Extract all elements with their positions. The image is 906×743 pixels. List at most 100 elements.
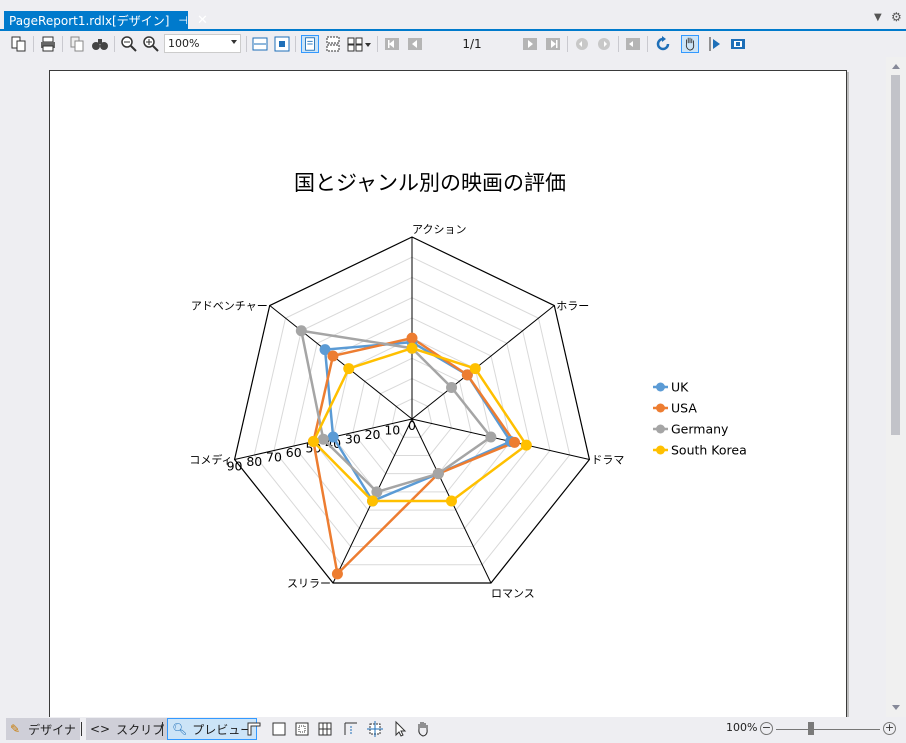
series-point (327, 431, 339, 443)
forward-icon[interactable] (595, 35, 613, 53)
category-label: アクション (412, 223, 466, 236)
category-label: スリラー (287, 577, 331, 590)
legend-marker (656, 403, 665, 413)
axis-tick-label: 60 (286, 445, 302, 460)
vertical-scrollbar[interactable] (886, 57, 906, 717)
back-icon[interactable] (573, 35, 591, 53)
tab-designer[interactable]: ✎ デザイナ (6, 718, 80, 740)
legend-label: Germany (671, 422, 729, 437)
series-point (469, 363, 481, 375)
document-tab-bar: PageReport1.rdlx[デザイン] ⊣ ✕ ▼ ⚙ (0, 0, 906, 31)
series-point (432, 468, 444, 480)
series-point (307, 435, 319, 447)
snapshot-icon[interactable] (729, 35, 747, 53)
close-icon[interactable]: ✕ (197, 13, 208, 28)
refresh-icon[interactable] (654, 35, 672, 53)
series-point (327, 350, 339, 362)
tab-preview-label: プレビュー (192, 722, 253, 737)
axis-tick-label: 20 (365, 427, 381, 442)
pointer-icon[interactable] (391, 720, 409, 738)
page-indicator[interactable]: 1/1 (424, 35, 520, 53)
status-separator (162, 722, 163, 736)
scrollbar-thumb[interactable] (891, 75, 900, 435)
snap-grid-icon[interactable] (366, 720, 384, 738)
tab-script[interactable]: <> スクリプト (86, 718, 181, 740)
series-point (445, 495, 457, 507)
axis-tick-label: 0 (408, 418, 416, 433)
return-to-parent-icon[interactable] (624, 35, 642, 53)
chevron-down-icon (231, 40, 237, 44)
series-point (367, 495, 379, 507)
report-page: 国とジャンル別の映画の評価 90 80 70 60 50 40 30 20 10 0 アクションホ… (49, 70, 847, 732)
series-point (295, 325, 307, 337)
pan-mode-icon[interactable] (681, 35, 699, 53)
axis-tick-label: 30 (345, 431, 361, 446)
legend-marker (656, 424, 665, 434)
series-point (406, 332, 418, 344)
zoom-select-value: 100% (168, 37, 200, 50)
tab-title: PageReport1.rdlx[デザイン] (9, 13, 170, 28)
zoom-in-button[interactable]: + (883, 722, 896, 735)
series-point (406, 342, 418, 354)
status-bar: ✎ デザイナ <> スクリプト 🔍︎ プレビュー 100% − + (0, 717, 906, 743)
single-page-icon[interactable] (301, 35, 319, 53)
series-point (509, 436, 521, 448)
zoom-in-icon[interactable] (142, 35, 160, 53)
grid-layout-icon[interactable] (293, 720, 311, 738)
category-label: ロマンス (491, 587, 535, 600)
find-icon[interactable] (91, 35, 109, 53)
tab-preview[interactable]: 🔍︎ プレビュー (167, 718, 258, 740)
series-point (343, 363, 355, 375)
series-point (520, 439, 532, 451)
series-point (446, 381, 458, 393)
scroll-down-icon[interactable] (892, 705, 900, 710)
snap-lines-icon[interactable] (342, 720, 360, 738)
zoom-select[interactable]: 100% (164, 34, 241, 53)
zoom-slider-thumb[interactable] (808, 722, 814, 735)
document-map-icon[interactable] (10, 35, 28, 53)
fit-page-icon[interactable] (273, 35, 291, 53)
category-label: コメディ (189, 452, 232, 466)
last-page-icon[interactable] (544, 35, 562, 53)
code-icon: <> (90, 722, 111, 736)
pencil-icon: ✎ (10, 722, 21, 736)
tab-list-dropdown-icon[interactable]: ▼ (874, 12, 882, 23)
axis-tick-label: 10 (384, 422, 400, 437)
table-layout-icon[interactable] (316, 720, 334, 738)
magnifier-icon: 🔍︎ (172, 722, 188, 736)
single-layout-icon[interactable] (270, 720, 288, 738)
gear-icon[interactable]: ⚙ (891, 10, 902, 24)
zoom-out-button[interactable]: − (760, 722, 773, 735)
preview-toolbar: 100% 1/1 (0, 31, 906, 57)
continuous-page-icon[interactable] (324, 35, 342, 53)
legend-marker (656, 382, 665, 392)
category-label: アドベンチャー (191, 300, 268, 313)
next-page-icon[interactable] (521, 35, 539, 53)
category-label: ホラー (556, 300, 589, 313)
fit-width-icon[interactable] (251, 35, 269, 53)
axis-tick-label: 80 (246, 454, 262, 469)
zoom-percent: 100% (726, 721, 758, 734)
radar-chart: 国とジャンル別の映画の評価 90 80 70 60 50 40 30 20 10 0 アクションホ… (189, 171, 747, 600)
legend-label: UK (671, 380, 689, 395)
print-icon[interactable] (39, 35, 57, 53)
multi-page-icon[interactable] (346, 35, 372, 53)
legend-label: South Korea (671, 443, 747, 458)
series-point (317, 433, 329, 445)
scroll-up-icon[interactable] (892, 64, 900, 69)
tab-designer-label: デザイナ (28, 722, 76, 737)
previous-page-icon[interactable] (406, 35, 424, 53)
tab-pagereport1[interactable]: PageReport1.rdlx[デザイン] ⊣ ✕ (4, 11, 208, 29)
select-mode-icon[interactable] (706, 35, 724, 53)
hand-icon[interactable] (414, 720, 432, 738)
axis-tick-label: 70 (266, 449, 282, 464)
ruler-icon[interactable] (245, 720, 263, 738)
copy-icon[interactable] (68, 35, 86, 53)
zoom-out-icon[interactable] (120, 35, 138, 53)
first-page-icon[interactable] (383, 35, 401, 53)
zoom-slider[interactable] (776, 729, 880, 730)
status-separator (81, 722, 82, 736)
series-point (485, 431, 497, 443)
series-point (331, 568, 343, 580)
pin-icon[interactable]: ⊣ (178, 14, 188, 27)
